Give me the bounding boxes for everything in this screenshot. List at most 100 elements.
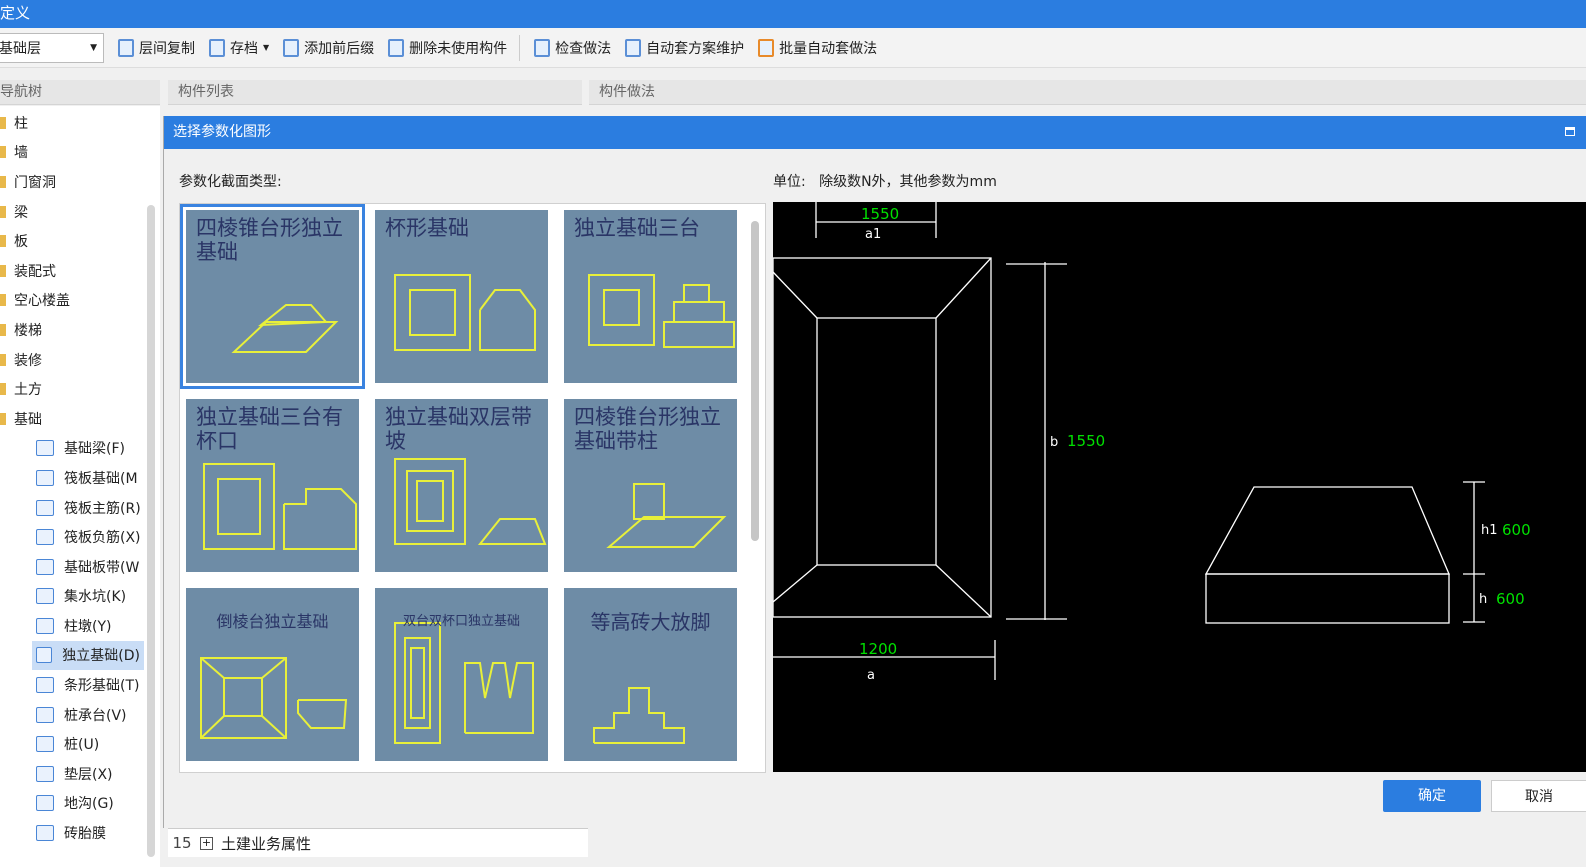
shape-tile[interactable]: 四棱锥台形独立基础 xyxy=(180,204,365,389)
tree-item[interactable]: 条形基础(T) xyxy=(0,670,160,700)
archive-button[interactable]: 存档 ▼ xyxy=(209,38,269,58)
folder-icon xyxy=(0,353,6,366)
add-prefix-suffix-button[interactable]: 添加前后缀 xyxy=(283,38,374,58)
unit-label: 单位: xyxy=(773,174,806,190)
tree-item[interactable]: 垫层(X) xyxy=(0,759,160,789)
label: 层间复制 xyxy=(139,40,195,57)
label: 添加前后缀 xyxy=(304,40,375,57)
property-row[interactable]: 15 + 土建业务属性 xyxy=(168,828,588,857)
dim-a1-label: a1 xyxy=(865,227,881,242)
tree-label: 空心楼盖 xyxy=(14,293,70,310)
tree-item[interactable]: 柱墩(Y) xyxy=(0,611,160,641)
check-method-button[interactable]: 检查做法 xyxy=(534,38,611,58)
batch-icon xyxy=(758,38,775,57)
tree-folder[interactable]: 楼梯 xyxy=(0,315,160,345)
component-icon xyxy=(36,588,54,605)
tree-item[interactable]: 独立基础(D) xyxy=(32,640,144,671)
shape-tile[interactable]: 独立基础双层带坡 xyxy=(375,399,548,572)
tree-label: 条形基础(T) xyxy=(64,678,140,695)
tree-folder[interactable]: 门窗洞 xyxy=(0,167,160,197)
tree-label: 基础板带(W xyxy=(64,559,140,576)
floor-select[interactable]: 基础层 ▼ xyxy=(0,32,104,63)
shape-tile[interactable]: 双台双杯口独立基础 xyxy=(375,588,548,761)
auto-scheme-button[interactable]: 自动套方案维护 xyxy=(625,38,744,58)
folder-icon xyxy=(0,294,6,307)
tree-folder[interactable]: 梁 xyxy=(0,197,160,227)
tree-item[interactable]: 筏板负筋(X) xyxy=(0,522,160,552)
tree-folder[interactable]: 土方 xyxy=(0,374,160,404)
shape-tile[interactable]: 杯形基础 xyxy=(375,210,548,383)
tree-item[interactable]: 集水坑(K) xyxy=(0,582,160,612)
component-icon xyxy=(36,617,54,634)
tree-label: 装配式 xyxy=(14,263,56,280)
label: 自动套方案维护 xyxy=(646,40,745,57)
row-label: 土建业务属性 xyxy=(221,834,312,853)
tree-folder[interactable]: 柱 xyxy=(0,108,160,138)
tree-folder[interactable]: 装配式 xyxy=(0,256,160,286)
shape-title: 等高砖大放脚 xyxy=(590,610,711,634)
component-icon xyxy=(36,736,54,753)
shape-tile[interactable]: 四棱锥台形独立基础带柱 xyxy=(564,399,737,572)
shape-grid: 四棱锥台形独立基础 杯形基础 独立基础三台独立基础三台有杯口 独立基础双层带坡 四棱锥台… xyxy=(179,203,766,773)
tree-label: 筏板负筋(X) xyxy=(64,530,141,547)
component-icon xyxy=(36,795,54,812)
tree-label: 楼梯 xyxy=(14,322,42,339)
delete-unused-button[interactable]: 删除未使用构件 xyxy=(388,38,507,58)
tree-label: 柱 xyxy=(14,115,28,132)
dim-b-label: b xyxy=(1050,435,1058,450)
shape-tile[interactable]: 等高砖大放脚 xyxy=(564,588,737,761)
tree-item[interactable]: 基础梁(F) xyxy=(0,434,160,464)
component-icon xyxy=(36,765,54,782)
grid-scrollbar[interactable] xyxy=(751,221,759,541)
folder-icon xyxy=(0,175,6,188)
tree-folder[interactable]: 装修 xyxy=(0,345,160,375)
tree-folder[interactable]: 板 xyxy=(0,226,160,256)
archive-icon xyxy=(209,38,225,57)
copy-between-floors-button[interactable]: 层间复制 xyxy=(118,38,195,58)
shape-tile[interactable]: 独立基础三台有杯口 xyxy=(186,399,359,572)
ok-button[interactable]: 确定 xyxy=(1383,780,1481,812)
tree-folder[interactable]: 基础 xyxy=(0,404,160,434)
section-type-label: 参数化截面类型: xyxy=(179,174,282,190)
tree-folder[interactable]: 墙 xyxy=(0,138,160,168)
shape-tile[interactable]: 独立基础三台 xyxy=(564,210,737,383)
dim-h-value: 600 xyxy=(1496,590,1525,608)
tree-item[interactable]: 桩(U) xyxy=(0,729,160,759)
batch-auto-button[interactable]: 批量自动套做法 xyxy=(758,38,877,58)
tree-item[interactable]: 桩承台(V) xyxy=(0,700,160,730)
tree-label: 桩承台(V) xyxy=(64,707,127,724)
tree-label: 板 xyxy=(14,234,28,251)
tree-scrollbar[interactable] xyxy=(147,205,155,857)
expand-icon[interactable]: + xyxy=(200,836,213,850)
tree-item[interactable]: 筏板主筋(R) xyxy=(0,493,160,523)
cancel-button[interactable]: 取消 xyxy=(1491,780,1586,812)
chevron-down-icon: ▼ xyxy=(263,43,270,52)
tree-item[interactable]: 基础板带(W xyxy=(0,552,160,582)
tree-folder[interactable]: 空心楼盖 xyxy=(0,286,160,316)
component-icon xyxy=(36,558,54,575)
component-list-header: 构件列表 xyxy=(168,80,582,105)
component-method-header: 构件做法 xyxy=(589,80,1586,105)
tree-label: 桩(U) xyxy=(64,737,100,754)
shape-title: 杯形基础 xyxy=(385,216,469,240)
tree-label: 门窗洞 xyxy=(14,174,56,191)
nav-tree-header: 导航树 xyxy=(0,80,160,105)
folder-icon xyxy=(0,383,6,396)
component-icon xyxy=(36,499,54,516)
dim-a1-value: 1550 xyxy=(861,205,899,223)
window-title: 定义 xyxy=(0,0,1586,28)
dim-a-value: 1200 xyxy=(859,640,897,658)
tree-item[interactable]: 砖胎膜 xyxy=(0,818,160,848)
shape-preview: 1550 a1 b 1550 1200 a h1 600 h 600 xyxy=(772,202,1586,772)
tree-label: 基础 xyxy=(14,411,42,428)
tree-label: 地沟(G) xyxy=(64,796,114,813)
tree-item[interactable]: 地沟(G) xyxy=(0,789,160,819)
component-icon xyxy=(36,647,53,664)
prefix-icon xyxy=(283,38,300,57)
maximize-icon[interactable] xyxy=(1565,127,1575,136)
shape-tile[interactable]: 倒棱台独立基础 xyxy=(186,588,359,761)
tree-label: 土方 xyxy=(14,382,42,399)
tree-item[interactable]: 筏板基础(M xyxy=(0,463,160,493)
tree-label: 柱墩(Y) xyxy=(64,618,112,635)
component-icon xyxy=(36,706,54,723)
